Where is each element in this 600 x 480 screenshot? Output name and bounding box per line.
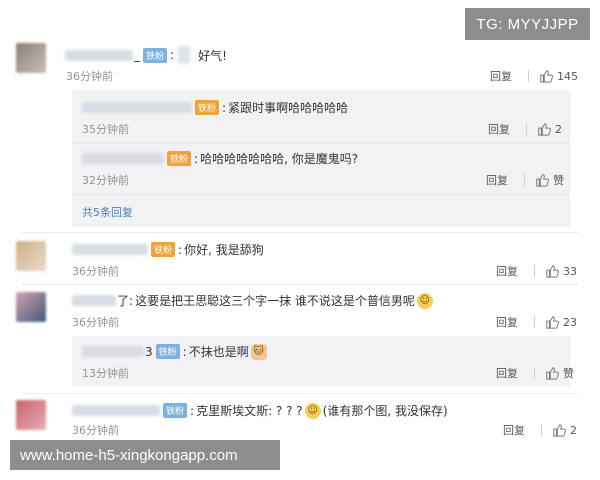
comment-time: 36分钟前 bbox=[72, 424, 119, 437]
fan-badge[interactable]: 铁粉 bbox=[143, 47, 168, 63]
like-thumb-icon[interactable] bbox=[537, 122, 551, 136]
watermark-bottom: www.home-h5-xingkongapp.com bbox=[10, 440, 280, 470]
comment-text: 你好, 我是舔狗 bbox=[184, 243, 264, 257]
like-count: 33 bbox=[563, 264, 577, 278]
comment-time: 36分钟前 bbox=[72, 265, 119, 278]
comment-text: 这要是把王思聪这三个字一抹 谁不说这是个普信男呢 bbox=[135, 294, 415, 308]
comment-header: 铁粉 : 你好, 我是舔狗 bbox=[72, 241, 264, 258]
smile-emoji-icon: ☺ bbox=[416, 292, 433, 309]
username-blurred[interactable] bbox=[72, 405, 160, 416]
reply-time: 32分钟前 bbox=[82, 174, 129, 187]
like-thumb-icon[interactable] bbox=[545, 315, 559, 329]
avatar[interactable] bbox=[16, 400, 46, 430]
reply-text: 哈哈哈哈哈哈哈, 你是魔鬼吗? bbox=[200, 152, 359, 166]
like-label: 赞 bbox=[563, 367, 574, 380]
like-label: 赞 bbox=[553, 174, 564, 187]
smile-emoji-icon: ☺ bbox=[304, 402, 321, 419]
avatar[interactable] bbox=[16, 43, 46, 73]
comment-divider bbox=[22, 232, 578, 233]
username-blurred[interactable] bbox=[82, 346, 144, 357]
reply-button[interactable]: 回复 bbox=[503, 422, 525, 438]
reply-header: 3 铁粉 : 不抹也是啊 🐱 bbox=[82, 343, 267, 360]
comment-text-2: (谁有那个图, 我没保存) bbox=[322, 404, 448, 418]
like-count: 2 bbox=[570, 423, 577, 437]
like-thumb-icon[interactable] bbox=[552, 423, 566, 437]
username-suffix: 3 bbox=[145, 344, 153, 359]
reply-actions: 回复 赞 bbox=[496, 365, 574, 381]
avatar[interactable] bbox=[16, 292, 46, 322]
reply-button[interactable]: 回复 bbox=[490, 68, 512, 84]
more-replies-link[interactable]: 共5条回复 bbox=[82, 204, 133, 220]
blurred-emoji bbox=[178, 46, 191, 64]
comment-actions: 回复 2 bbox=[503, 422, 577, 438]
like-thumb-icon[interactable] bbox=[545, 264, 559, 278]
username-blurred[interactable] bbox=[72, 295, 116, 306]
reply-header: 铁粉 : 哈哈哈哈哈哈哈, 你是魔鬼吗? bbox=[82, 150, 358, 167]
fan-badge[interactable]: 铁粉 bbox=[163, 403, 188, 418]
reply-time: 35分钟前 bbox=[82, 123, 129, 136]
comment-text: 克里斯埃文斯: ? ? ? bbox=[196, 404, 303, 418]
reply-button[interactable]: 回复 bbox=[496, 365, 518, 381]
reply-button[interactable]: 回复 bbox=[486, 172, 508, 188]
like-thumb-icon[interactable] bbox=[535, 173, 549, 187]
reply-header: 铁粉 : 紧跟时事啊哈哈哈哈哈 bbox=[82, 99, 348, 116]
like-count: 2 bbox=[555, 122, 562, 136]
comment-divider bbox=[22, 393, 578, 394]
comment-actions: 回复 23 bbox=[496, 314, 577, 330]
username-suffix: _ bbox=[134, 48, 140, 62]
comment-actions: 回复 33 bbox=[496, 263, 577, 279]
reply-divider bbox=[72, 142, 570, 143]
comment-time: 36分钟前 bbox=[72, 316, 119, 329]
like-count: 23 bbox=[563, 315, 577, 329]
reply-actions: 回复 赞 bbox=[486, 172, 564, 188]
comment-header: 了 : 这要是把王思聪这三个字一抹 谁不说这是个普信男呢 ☺ bbox=[72, 292, 433, 309]
fan-badge-gold[interactable]: 铁粉 bbox=[195, 100, 220, 115]
comment-header: _ 铁粉 : 好气! bbox=[65, 46, 227, 64]
fan-badge[interactable]: 铁粉 bbox=[155, 344, 180, 359]
username-blurred[interactable] bbox=[65, 49, 133, 61]
reply-button[interactable]: 回复 bbox=[488, 121, 510, 137]
reply-time: 13分钟前 bbox=[82, 367, 129, 380]
reply-button[interactable]: 回复 bbox=[496, 263, 518, 279]
like-count: 145 bbox=[557, 69, 578, 83]
username-blurred[interactable] bbox=[72, 244, 148, 255]
comment-time: 36分钟前 bbox=[66, 70, 113, 83]
cat-emoji-icon: 🐱 bbox=[250, 343, 267, 360]
like-thumb-icon[interactable] bbox=[539, 69, 553, 83]
reply-button[interactable]: 回复 bbox=[496, 314, 518, 330]
comment-divider bbox=[22, 284, 578, 285]
username-suffix: 了 bbox=[117, 294, 130, 308]
reply-actions: 回复 2 bbox=[488, 121, 562, 137]
comment-actions: 回复 145 bbox=[490, 68, 578, 84]
reply-text: 不抹也是啊 bbox=[188, 345, 249, 359]
reply-divider bbox=[72, 194, 570, 195]
username-blurred[interactable] bbox=[82, 102, 192, 113]
avatar[interactable] bbox=[16, 241, 46, 271]
username-blurred[interactable] bbox=[82, 153, 164, 164]
comment-header: 铁粉 : 克里斯埃文斯: ? ? ? ☺ (谁有那个图, 我没保存) bbox=[72, 402, 448, 419]
fan-badge-gold[interactable]: 铁粉 bbox=[151, 242, 176, 257]
watermark-top: TG: MYYJJPP bbox=[465, 8, 590, 40]
fan-badge-gold[interactable]: 铁粉 bbox=[167, 151, 192, 166]
comment-text: 好气! bbox=[198, 48, 227, 63]
reply-text: 紧跟时事啊哈哈哈哈哈 bbox=[228, 101, 349, 115]
like-thumb-icon[interactable] bbox=[545, 366, 559, 380]
